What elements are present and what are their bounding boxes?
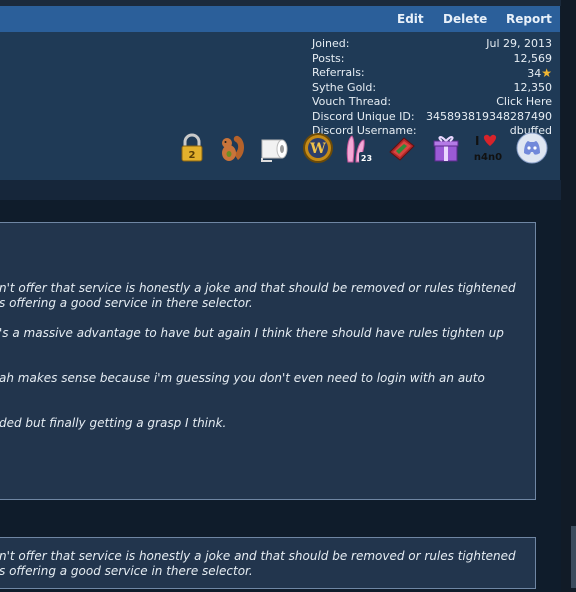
gift-icon[interactable]: [430, 132, 462, 164]
joined-value: Jul 29, 2013: [486, 37, 552, 50]
red-book-icon[interactable]: [386, 132, 418, 164]
post1-line-5: ded but finally getting a grasp I think.: [0, 416, 227, 430]
joined-label: Joined:: [312, 37, 350, 50]
vertical-scrollbar[interactable]: [561, 0, 576, 592]
heart-icon[interactable]: I n4n0: [472, 132, 504, 164]
bunny-count: 23: [361, 154, 372, 163]
svg-text:W: W: [309, 141, 326, 157]
world-of-warcraft-icon[interactable]: W: [302, 132, 334, 164]
post1-line-1: n't offer that service is honestly a jok…: [0, 281, 516, 295]
toilet-paper-icon[interactable]: [258, 132, 290, 164]
posts-value: 12,569: [513, 51, 553, 65]
scrollbar-thumb[interactable]: [571, 526, 576, 588]
vouch-row: Vouch Thread: Click Here: [312, 95, 552, 110]
svg-text:2: 2: [189, 150, 196, 161]
post1-line-4: ah makes sense because i'm guessing you …: [0, 371, 485, 385]
post-action-bar: Edit Delete Report: [0, 6, 560, 33]
user-info-panel: Joined: Jul 29, 2013 Posts: 12,569 Refer…: [0, 32, 560, 180]
separator-band: [0, 180, 576, 200]
report-button[interactable]: Report: [506, 12, 552, 26]
vouch-link[interactable]: Click Here: [496, 95, 552, 110]
bunny-ears-icon[interactable]: 23: [342, 132, 374, 164]
posts-row: Posts: 12,569: [312, 52, 552, 67]
referrals-value-wrap: 34★: [527, 66, 552, 82]
user-stats: Joined: Jul 29, 2013 Posts: 12,569 Refer…: [312, 37, 552, 139]
post1-line-2: s offering a good service in there selec…: [0, 296, 253, 310]
gold-label: Sythe Gold:: [312, 80, 377, 94]
discord-id-value: 345893819348287490: [426, 109, 552, 123]
post-content-1: n't offer that service is honestly a jok…: [0, 222, 536, 500]
referrals-row: Referrals: 34★: [312, 66, 552, 81]
post-content-2: n't offer that service is honestly a jok…: [0, 537, 536, 589]
post1-line-3: 's a massive advantage to have but again…: [0, 326, 504, 340]
discord-icon[interactable]: [516, 132, 548, 164]
lock-icon[interactable]: 2: [176, 132, 208, 164]
svg-text:I: I: [475, 134, 479, 148]
referrals-value: 34: [527, 67, 542, 80]
edit-button[interactable]: Edit: [397, 12, 424, 26]
discord-id-label: Discord Unique ID:: [312, 109, 415, 123]
post2-line-2: s offering a good service in there selec…: [0, 564, 253, 578]
squirrel-icon[interactable]: [216, 132, 248, 164]
vouch-label: Vouch Thread:: [312, 95, 392, 108]
heart-badge-text: n4n0: [474, 152, 502, 163]
discord-id-row: Discord Unique ID: 345893819348287490: [312, 110, 552, 125]
star-icon: ★: [541, 66, 552, 80]
delete-button[interactable]: Delete: [443, 12, 487, 26]
joined-row: Joined: Jul 29, 2013: [312, 37, 552, 52]
referrals-label: Referrals:: [312, 66, 365, 79]
award-badges: 2 W 23 I n4n0: [176, 132, 556, 166]
gold-value: 12,350: [513, 80, 553, 94]
post2-line-1: n't offer that service is honestly a jok…: [0, 549, 516, 563]
gold-row: Sythe Gold: 12,350: [312, 81, 552, 96]
posts-label: Posts:: [312, 51, 345, 65]
